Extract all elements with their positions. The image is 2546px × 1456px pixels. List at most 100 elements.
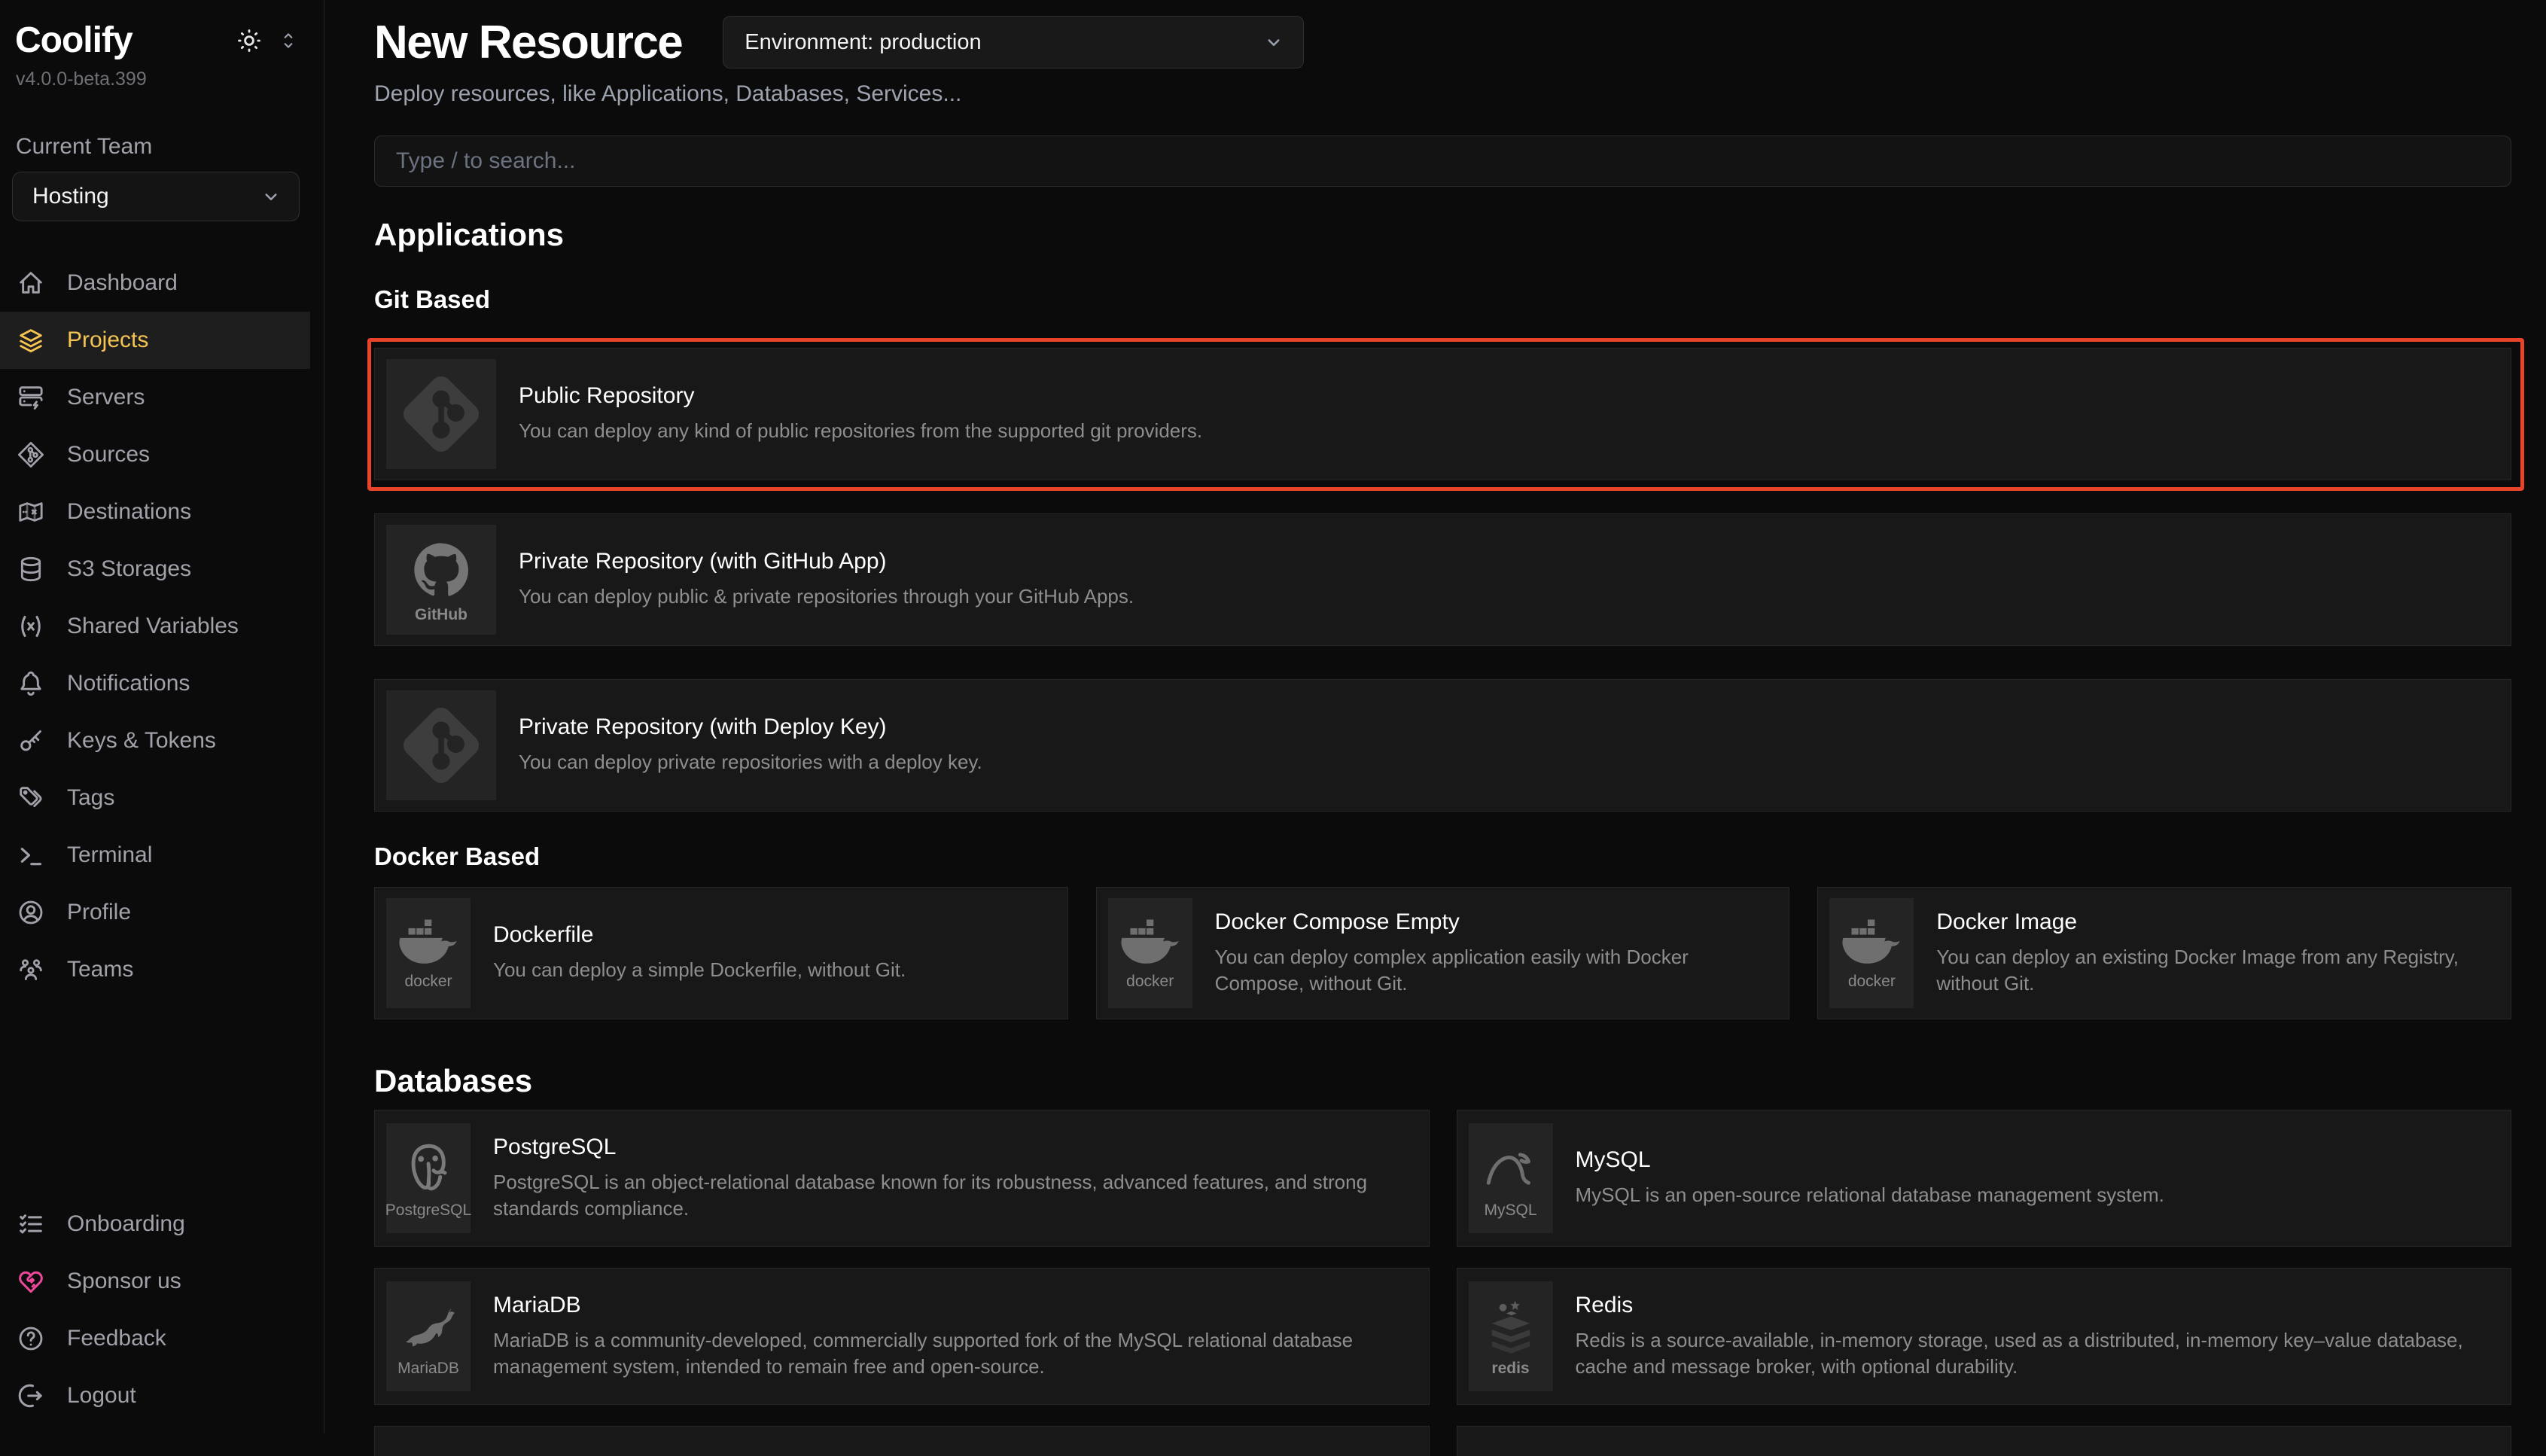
card-docker-compose-empty[interactable]: docker Docker Compose Empty You can depl… (1096, 887, 1790, 1019)
collapse-chevrons-icon[interactable] (279, 29, 298, 52)
git-logo (386, 359, 496, 469)
card-redis[interactable]: redis Redis Redis is a source-available,… (1457, 1268, 2512, 1405)
environment-select-value: Environment: production (745, 30, 981, 55)
docker-wordmark: docker (1126, 973, 1174, 991)
card-description: Redis is a source-available, in-memory s… (1576, 1327, 2481, 1380)
partial-card[interactable] (1457, 1426, 2512, 1456)
database-card-grid: PostgreSQL PostgreSQL PostgreSQL is an o… (374, 1110, 2511, 1405)
current-team-label: Current Team (16, 134, 309, 160)
sidebar-item-shared-variables[interactable]: Shared Variables (0, 598, 310, 655)
docker-logo: docker (386, 898, 471, 1008)
sidebar-item-terminal[interactable]: Terminal (0, 827, 310, 884)
bell-icon (16, 669, 46, 699)
sidebar-item-onboarding[interactable]: Onboarding (0, 1196, 310, 1253)
docker-wordmark: docker (404, 973, 452, 991)
card-dockerfile[interactable]: docker Dockerfile You can deploy a simpl… (374, 887, 1068, 1019)
card-mariadb[interactable]: MariaDB MariaDB MariaDB is a community-d… (374, 1268, 1430, 1405)
app-logo: Coolify (15, 20, 132, 61)
git-based-heading: Git Based (374, 285, 2511, 315)
docker-card-row: docker Dockerfile You can deploy a simpl… (374, 887, 2511, 1019)
docker-based-heading: Docker Based (374, 842, 2511, 872)
home-icon (16, 268, 46, 298)
page-title: New Resource (374, 16, 682, 69)
card-title: Public Repository (519, 383, 1202, 409)
card-title: Private Repository (with Deploy Key) (519, 714, 982, 740)
app-version: v4.0.0-beta.399 (0, 61, 324, 90)
postgresql-wordmark: PostgreSQL (385, 1202, 471, 1220)
mysql-wordmark: MySQL (1484, 1202, 1536, 1220)
card-title: Docker Compose Empty (1215, 909, 1759, 935)
coolify-app: Coolify v4.0.0-beta.399 Current Team Hos… (0, 0, 2546, 1433)
heart-handshake-icon (16, 1266, 46, 1296)
main-content: New Resource Environment: production Dep… (324, 0, 2546, 1433)
redis-wordmark: redis (1491, 1360, 1529, 1378)
users-icon (16, 955, 46, 985)
sidebar-item-servers[interactable]: Servers (0, 369, 310, 426)
card-title: MariaDB (493, 1293, 1399, 1318)
tags-icon (16, 783, 46, 813)
card-public-repository[interactable]: Public Repository You can deploy any kin… (374, 348, 2511, 480)
databases-heading: Databases (374, 1063, 2511, 1099)
sidebar-item-keys-tokens[interactable]: Keys & Tokens (0, 712, 310, 769)
postgresql-logo: PostgreSQL (386, 1123, 471, 1233)
sidebar-item-s3-storages[interactable]: S3 Storages (0, 541, 310, 598)
git-branch-icon (16, 440, 46, 470)
sidebar-item-feedback[interactable]: Feedback (0, 1310, 310, 1367)
card-description: You can deploy complex application easil… (1215, 944, 1759, 997)
card-title: Docker Image (1936, 909, 2481, 935)
sidebar-item-destinations[interactable]: Destinations (0, 483, 310, 541)
github-logo: GitHub (386, 525, 496, 635)
card-title: Dockerfile (493, 922, 906, 948)
sidebar-item-sponsor-us[interactable]: Sponsor us (0, 1253, 310, 1310)
sidebar-item-tags[interactable]: Tags (0, 769, 310, 827)
git-card-list: Public Repository You can deploy any kin… (374, 348, 2511, 812)
card-title: Redis (1576, 1293, 2481, 1318)
next-row-partial (374, 1426, 2511, 1456)
map-icon (16, 497, 46, 527)
user-circle-icon (16, 897, 46, 928)
variables-icon (16, 611, 46, 641)
team-select[interactable]: Hosting (12, 172, 300, 221)
mysql-logo: MySQL (1469, 1123, 1553, 1233)
card-title: Private Repository (with GitHub App) (519, 549, 1134, 574)
card-description: You can deploy an existing Docker Image … (1936, 944, 2481, 997)
database-icon (16, 554, 46, 584)
layers-icon (16, 325, 46, 355)
sidebar-item-logout[interactable]: Logout (0, 1367, 310, 1424)
sidebar-item-projects[interactable]: Projects (0, 312, 310, 369)
checklist-icon (16, 1209, 46, 1239)
redis-logo: redis (1469, 1281, 1553, 1391)
environment-select[interactable]: Environment: production (723, 16, 1304, 69)
mariadb-logo: MariaDB (386, 1281, 471, 1391)
card-description: MariaDB is a community-developed, commer… (493, 1327, 1399, 1380)
card-docker-image[interactable]: docker Docker Image You can deploy an ex… (1817, 887, 2511, 1019)
search-input[interactable] (374, 136, 2511, 187)
github-wordmark: GitHub (415, 606, 467, 624)
logo-row: Coolify (0, 20, 324, 61)
card-title: PostgreSQL (493, 1135, 1399, 1160)
sidebar-item-teams[interactable]: Teams (0, 941, 310, 998)
card-private-repository-github-app[interactable]: GitHub Private Repository (with GitHub A… (374, 513, 2511, 646)
logout-icon (16, 1381, 46, 1411)
docker-logo: docker (1108, 898, 1192, 1008)
sidebar: Coolify v4.0.0-beta.399 Current Team Hos… (0, 0, 324, 1433)
card-mysql[interactable]: MySQL MySQL MySQL is an open-source rela… (1457, 1110, 2512, 1247)
key-icon (16, 726, 46, 756)
card-description: You can deploy private repositories with… (519, 749, 982, 775)
docker-logo: docker (1829, 898, 1914, 1008)
docker-wordmark: docker (1848, 973, 1896, 991)
sidebar-item-notifications[interactable]: Notifications (0, 655, 310, 712)
card-postgresql[interactable]: PostgreSQL PostgreSQL PostgreSQL is an o… (374, 1110, 1430, 1247)
card-private-repository-deploy-key[interactable]: Private Repository (with Deploy Key) You… (374, 679, 2511, 812)
card-description: MySQL is an open-source relational datab… (1576, 1182, 2164, 1208)
sidebar-item-profile[interactable]: Profile (0, 884, 310, 941)
sidebar-item-sources[interactable]: Sources (0, 426, 310, 483)
card-title: MySQL (1576, 1147, 2164, 1173)
partial-card[interactable] (374, 1426, 1430, 1456)
sidebar-item-dashboard[interactable]: Dashboard (0, 254, 310, 312)
terminal-icon (16, 840, 46, 870)
theme-toggle-sun-icon[interactable] (235, 26, 263, 55)
sidebar-footer: Onboarding Sponsor us Feedback Logout (0, 1196, 324, 1424)
card-description: You can deploy any kind of public reposi… (519, 418, 1202, 444)
card-description: PostgreSQL is an object-relational datab… (493, 1169, 1399, 1222)
